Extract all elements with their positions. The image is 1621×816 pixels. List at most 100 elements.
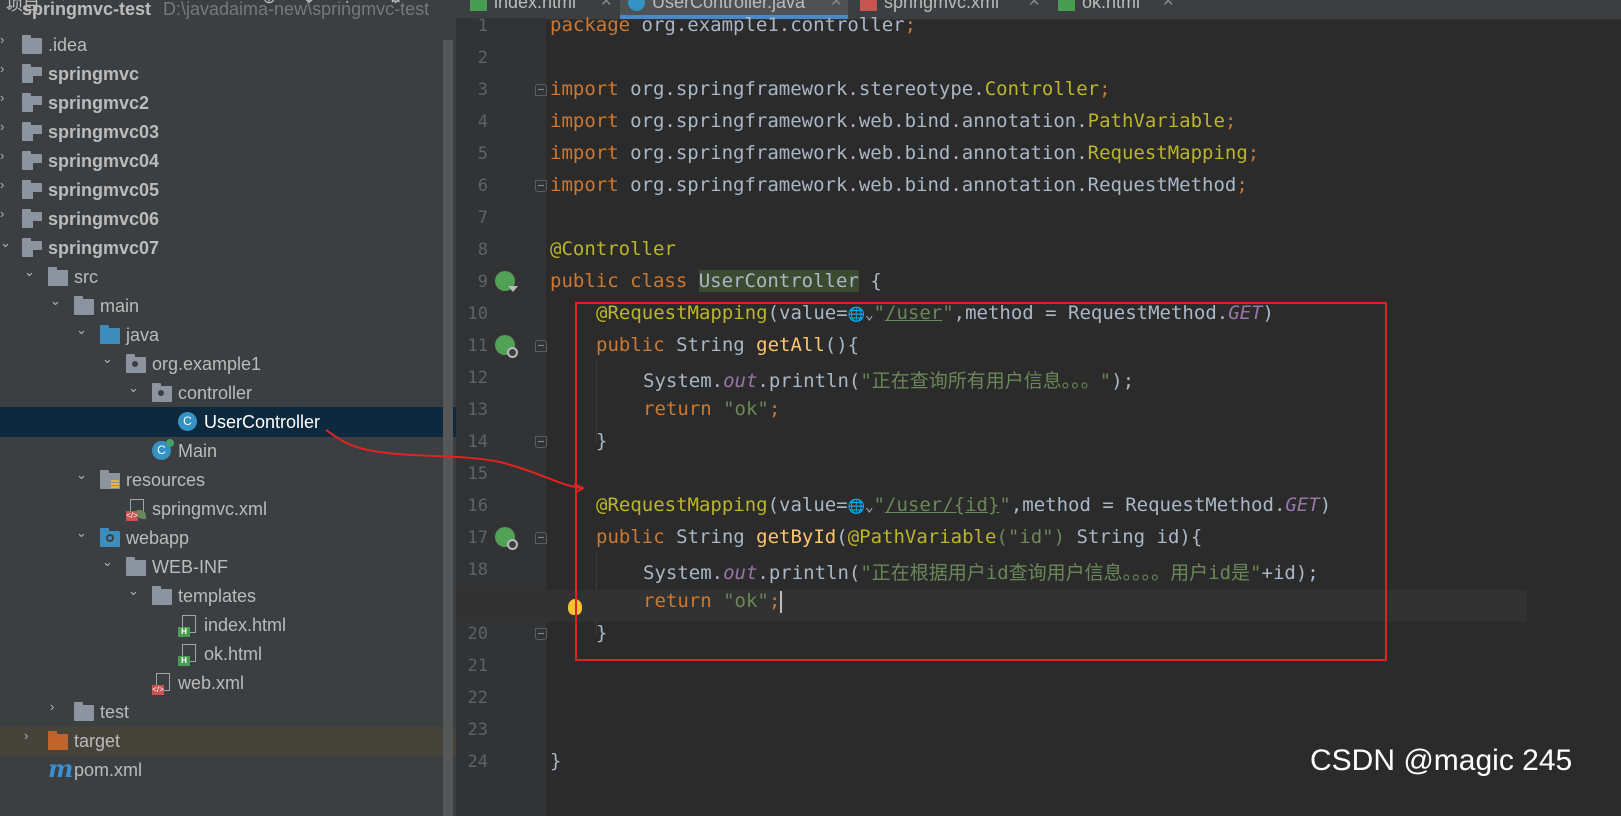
- tree-item-springmvc-xml[interactable]: </> springmvc.xml: [0, 494, 456, 524]
- html-file-icon: [470, 0, 487, 11]
- chevron-down-icon[interactable]: ⌄: [0, 236, 12, 249]
- java-class-icon: C: [178, 412, 197, 431]
- chevron-right-icon[interactable]: ›: [50, 700, 62, 713]
- line-number: 7: [477, 208, 488, 228]
- tree-item-java[interactable]: ⌄ java: [0, 320, 456, 350]
- close-icon[interactable]: ✕: [830, 0, 843, 10]
- module-folder-icon: [22, 151, 42, 170]
- tree-item-label: test: [100, 702, 130, 722]
- line-number: 13: [467, 400, 488, 420]
- tree-item-springmvc07[interactable]: ⌄ springmvc07: [0, 233, 456, 263]
- import-path: org.springframework.web.bind.annotation.: [618, 110, 1088, 132]
- chevron-down-icon[interactable]: ⌄: [102, 352, 114, 365]
- tree-item-main[interactable]: ⌄ main: [0, 291, 456, 321]
- tree-item-web-inf[interactable]: ⌄ WEB-INF: [0, 552, 456, 582]
- semicolon: ;: [1099, 78, 1111, 100]
- line-number: 14: [467, 432, 488, 452]
- module-folder-icon: [22, 122, 42, 141]
- tree-item-springmvc05[interactable]: › springmvc05: [0, 175, 456, 205]
- project-tool-window: 项目 ▾ ⊕ ⇣ ⇡ ⚙ — ⌄ springmvc-test D:\javad…: [0, 0, 456, 816]
- tree-item-controller[interactable]: ⌄ controller: [0, 378, 456, 408]
- project-panel-scrollbar[interactable]: [443, 40, 453, 816]
- tree-item-label: springmvc-test: [22, 0, 152, 19]
- chevron-down-icon[interactable]: ⌄: [128, 584, 140, 597]
- tree-item-pom-xml[interactable]: m pom.xml: [0, 755, 456, 785]
- tree-item-src[interactable]: ⌄ src: [0, 262, 456, 292]
- chevron-right-icon[interactable]: ›: [24, 729, 36, 742]
- chevron-right-icon[interactable]: ›: [0, 91, 12, 104]
- chevron-down-icon[interactable]: ⌄: [102, 555, 114, 568]
- tab-label: UserController.java: [652, 0, 806, 12]
- line-number: 16: [467, 496, 488, 516]
- tree-item-templates[interactable]: ⌄ templates: [0, 581, 456, 611]
- tree-item-springmvc06[interactable]: › springmvc06: [0, 204, 456, 234]
- html-file-icon: H: [178, 644, 198, 666]
- tree-item-target[interactable]: › target: [0, 726, 456, 756]
- tree-item-usercontroller[interactable]: C UserController: [0, 407, 456, 437]
- tree-item-org-example1[interactable]: ⌄ org.example1: [0, 349, 456, 379]
- chevron-down-icon[interactable]: ⌄: [24, 265, 36, 278]
- fold-toggle-icon[interactable]: [535, 436, 547, 448]
- tree-item-label: springmvc04: [48, 151, 160, 171]
- fold-toggle-icon[interactable]: [535, 628, 547, 640]
- code-line-5: import org.springframework.web.bind.anno…: [550, 142, 1259, 174]
- tree-item-label: springmvc03: [48, 122, 160, 142]
- tree-item-springmvc04[interactable]: › springmvc04: [0, 146, 456, 176]
- folder-icon: [74, 702, 94, 721]
- maven-icon: m: [48, 754, 74, 783]
- tree-item-label: org.example1: [152, 354, 262, 374]
- tree-item-main-class[interactable]: C Main: [0, 436, 456, 466]
- import-class: RequestMapping: [1087, 142, 1248, 164]
- tree-item-label: templates: [178, 586, 257, 606]
- close-icon[interactable]: ✕: [1162, 0, 1175, 10]
- code-line-8: @Controller: [550, 238, 676, 270]
- tree-item-idea[interactable]: › .idea: [0, 30, 456, 60]
- chevron-down-icon[interactable]: ⌄: [76, 323, 88, 336]
- line-number: 11: [467, 336, 488, 356]
- tree-item-label: resources: [126, 470, 206, 490]
- semicolon: ;: [1224, 110, 1237, 132]
- package-icon: [126, 354, 146, 373]
- tree-item-label: springmvc05: [48, 180, 160, 200]
- tree-item-test[interactable]: › test: [0, 697, 456, 727]
- line-number: 1: [477, 16, 488, 36]
- chevron-right-icon[interactable]: ›: [0, 33, 12, 46]
- tree-item-ok-html[interactable]: H ok.html: [0, 639, 456, 669]
- semicolon: ;: [904, 14, 917, 36]
- spring-endpoint-icon[interactable]: [495, 527, 518, 550]
- tree-item-springmvc[interactable]: › springmvc: [0, 59, 456, 89]
- tree-item-webapp[interactable]: ⌄ webapp: [0, 523, 456, 553]
- chevron-right-icon[interactable]: ›: [0, 120, 12, 133]
- fold-toggle-icon[interactable]: [535, 180, 547, 192]
- fold-toggle-icon[interactable]: [535, 532, 547, 544]
- tree-item-springmvc03[interactable]: › springmvc03: [0, 117, 456, 147]
- folder-icon: [152, 586, 172, 605]
- chevron-down-icon[interactable]: ⌄: [76, 526, 88, 539]
- tree-item-project-root[interactable]: ⌄ springmvc-test D:\javadaima-new\spring…: [0, 0, 456, 32]
- chevron-down-icon[interactable]: ⌄: [4, 0, 16, 12]
- tree-item-web-xml[interactable]: </> web.xml: [0, 668, 456, 698]
- fold-toggle-icon[interactable]: [535, 340, 547, 352]
- close-icon[interactable]: ✕: [1028, 0, 1041, 10]
- module-folder-icon: [22, 64, 42, 83]
- watermark: CSDN @magic 245: [1310, 744, 1573, 777]
- tree-item-index-html[interactable]: H index.html: [0, 610, 456, 640]
- chevron-down-icon[interactable]: ⌄: [76, 468, 88, 481]
- chevron-down-icon[interactable]: ⌄: [50, 294, 62, 307]
- code-line-4: import org.springframework.web.bind.anno…: [550, 110, 1236, 142]
- line-number: 8: [477, 240, 488, 260]
- spring-bean-icon[interactable]: [495, 271, 518, 292]
- tree-item-resources[interactable]: ⌄ resources: [0, 465, 456, 495]
- tree-item-springmvc2[interactable]: › springmvc2: [0, 88, 456, 118]
- keyword: import: [550, 142, 619, 164]
- close-icon[interactable]: ✕: [600, 0, 613, 10]
- tab-ok-html[interactable]: ok.html ✕: [1050, 0, 1180, 19]
- chevron-right-icon[interactable]: ›: [0, 62, 12, 75]
- chevron-right-icon[interactable]: ›: [0, 149, 12, 162]
- tree-item-label: ok.html: [204, 644, 263, 664]
- fold-toggle-icon[interactable]: [535, 84, 547, 96]
- chevron-right-icon[interactable]: ›: [0, 178, 12, 191]
- chevron-down-icon[interactable]: ⌄: [128, 381, 140, 394]
- chevron-right-icon[interactable]: ›: [0, 207, 12, 220]
- spring-endpoint-icon[interactable]: [495, 335, 518, 358]
